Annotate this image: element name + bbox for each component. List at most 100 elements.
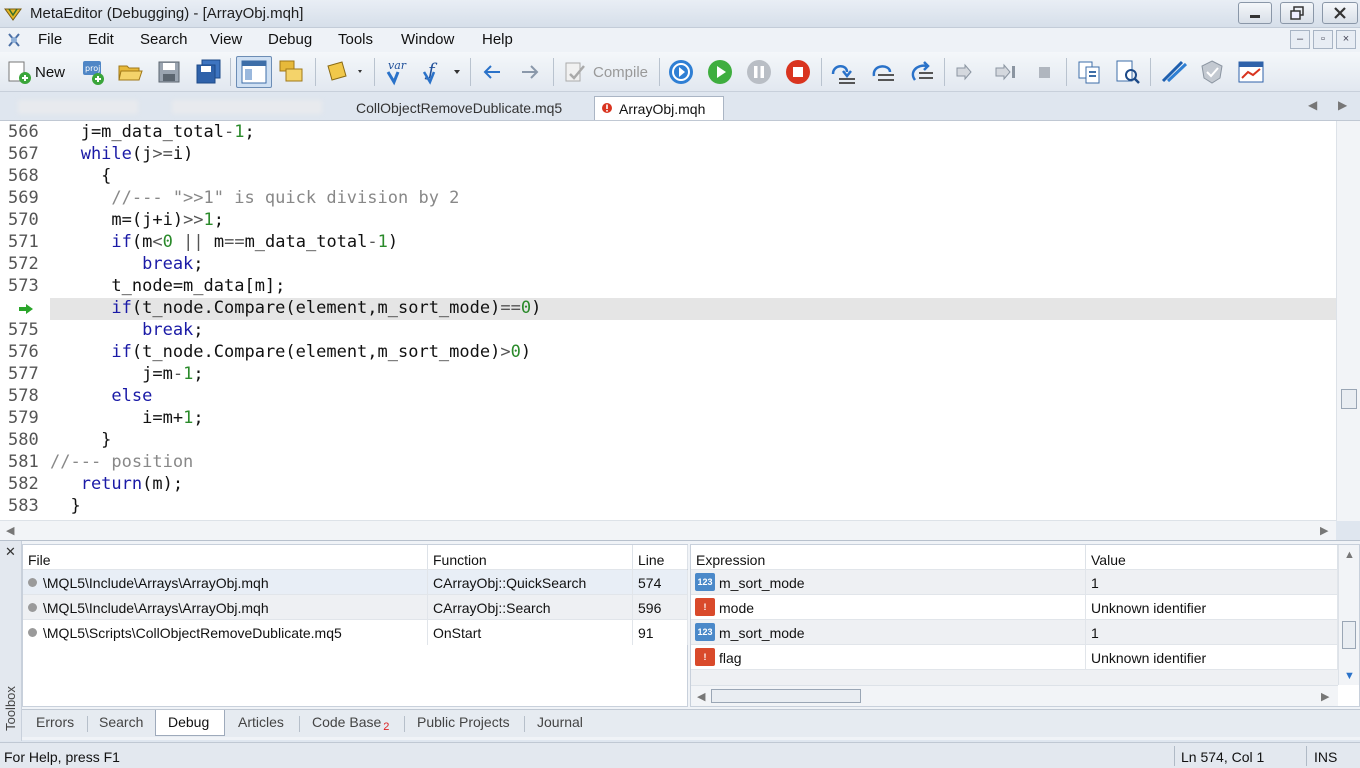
table-row[interactable]: 123 m_sort_mode 1 [691, 569, 1338, 595]
start-debug-button[interactable] [706, 58, 734, 86]
scroll-grip[interactable] [1342, 621, 1356, 649]
code-line[interactable]: } [50, 430, 111, 450]
line-number[interactable]: 570 [8, 210, 39, 230]
editor-horizontal-scrollbar[interactable]: ◀ ▶ [0, 520, 1336, 540]
scroll-grip[interactable] [711, 689, 861, 703]
toolbox-toggle-button[interactable] [278, 58, 306, 86]
table-row[interactable]: \MQL5\Include\Arrays\ArrayObj.mqh CArrayO… [23, 569, 688, 595]
close-icon[interactable]: ✕ [5, 544, 16, 560]
table-row[interactable]: ! mode Unknown identifier [691, 594, 1338, 620]
start-real-data-button[interactable] [667, 58, 695, 86]
menu-view[interactable]: View [210, 31, 242, 48]
forward-button[interactable] [518, 58, 542, 86]
menu-help[interactable]: Help [482, 31, 513, 48]
menu-tools[interactable]: Tools [338, 31, 373, 48]
code-line[interactable]: break; [50, 254, 203, 274]
code-line[interactable]: //--- position [50, 452, 193, 472]
line-number[interactable]: 575 [8, 320, 39, 340]
column-header-value[interactable]: Value [1086, 545, 1338, 569]
terminal-button[interactable] [1236, 58, 1266, 86]
tab-debug[interactable]: Debug [168, 714, 209, 730]
code-line[interactable]: } [50, 496, 80, 516]
code-line[interactable]: if(m<0 || m==m_data_total-1) [50, 232, 398, 252]
line-number[interactable]: 576 [8, 342, 39, 362]
menu-debug[interactable]: Debug [268, 31, 312, 48]
open-button[interactable] [117, 58, 143, 86]
tab-public-projects[interactable]: Public Projects [417, 714, 510, 730]
scroll-down-icon[interactable]: ▼ [1344, 670, 1355, 682]
tab-collobjectremovedublicate[interactable]: CollObjectRemoveDublicate.mq5 [346, 96, 572, 120]
mql5-community-button[interactable] [1160, 58, 1188, 86]
tab-arrayobj[interactable]: ArrayObj.mqh [594, 96, 724, 120]
line-number[interactable]: 581 [8, 452, 39, 472]
cell-expression[interactable]: 123 m_sort_mode [691, 570, 1086, 595]
line-number[interactable]: 572 [8, 254, 39, 274]
table-row[interactable]: \MQL5\Include\Arrays\ArrayObj.mqh CArrayO… [23, 594, 688, 620]
vps-button[interactable] [1198, 58, 1226, 86]
tab-articles[interactable]: Articles [238, 714, 284, 730]
line-number[interactable]: 567 [8, 144, 39, 164]
mdi-close-button[interactable]: × [1336, 30, 1356, 49]
line-number[interactable]: 582 [8, 474, 39, 494]
new-project-button[interactable]: proj [80, 58, 106, 86]
compile-label[interactable]: Compile [593, 64, 648, 81]
step-into-button[interactable] [829, 58, 859, 86]
restore-button[interactable] [1280, 2, 1314, 24]
toggle-breakpoint-button[interactable] [953, 58, 979, 86]
code-line[interactable]: i=m+1; [50, 408, 203, 428]
tab-search[interactable]: Search [99, 714, 143, 730]
tab-journal[interactable]: Journal [537, 714, 583, 730]
compile-button[interactable] [562, 58, 588, 86]
tab-errors[interactable]: Errors [36, 714, 74, 730]
tab-code-base[interactable]: Code Base 2 [312, 714, 389, 733]
column-header-line[interactable]: Line [633, 545, 688, 569]
tab-hidden-1[interactable] [18, 100, 138, 114]
find-in-files-button[interactable] [1114, 58, 1142, 86]
editor-vertical-scrollbar[interactable] [1336, 121, 1360, 521]
tab-hidden-2[interactable] [172, 100, 322, 114]
document-icon[interactable] [6, 32, 22, 48]
cell-expression[interactable]: ! flag [691, 645, 1086, 670]
code-line[interactable]: j=m-1; [50, 364, 203, 384]
scroll-left-icon[interactable]: ◀ [697, 690, 705, 703]
step-out-button[interactable] [907, 58, 937, 86]
minimize-button[interactable] [1238, 2, 1272, 24]
line-number[interactable]: 580 [8, 430, 39, 450]
line-number[interactable]: 577 [8, 364, 39, 384]
line-number[interactable]: 583 [8, 496, 39, 516]
scroll-left-icon[interactable]: ◀ [6, 524, 14, 537]
close-window-button[interactable] [1322, 2, 1358, 24]
column-header-function[interactable]: Function [428, 545, 633, 569]
scroll-up-icon[interactable]: ▲ [1344, 549, 1355, 561]
menu-search[interactable]: Search [140, 31, 188, 48]
code-line[interactable]: break; [50, 320, 203, 340]
line-number-gutter[interactable]: 566 567 568 569 570 571 572 573 575 576 577 578 579 5… [0, 121, 50, 521]
copy-button[interactable] [1076, 58, 1102, 86]
new-button[interactable] [6, 58, 32, 86]
scroll-right-icon[interactable]: ▶ [1320, 524, 1328, 537]
menu-edit[interactable]: Edit [88, 31, 114, 48]
styler-button[interactable] [324, 58, 366, 86]
table-row[interactable]: 123 m_sort_mode 1 [691, 619, 1338, 645]
remove-breakpoints-button[interactable] [992, 58, 1018, 86]
mdi-minimize-button[interactable]: – [1290, 30, 1310, 49]
line-number[interactable]: 571 [8, 232, 39, 252]
mdi-restore-button[interactable]: ▫ [1313, 30, 1333, 49]
table-row[interactable]: ! flag Unknown identifier [691, 644, 1338, 670]
save-all-button[interactable] [195, 58, 223, 86]
code-line[interactable]: while(j>=i) [50, 144, 194, 164]
stop-debug-square-button[interactable] [1033, 58, 1057, 86]
code-line[interactable]: return(m); [50, 474, 183, 494]
cell-expression[interactable]: ! mode [691, 595, 1086, 620]
scroll-grip[interactable] [1341, 389, 1357, 409]
new-label[interactable]: New [35, 64, 65, 81]
code-line[interactable]: if(t_node.Compare(element,m_sort_mode)==… [50, 298, 541, 318]
code-line[interactable]: else [50, 386, 152, 406]
tabs-scroll-right-icon[interactable]: ▶ [1338, 98, 1347, 112]
line-number[interactable]: 579 [8, 408, 39, 428]
save-button[interactable] [156, 58, 182, 86]
pause-button[interactable] [745, 58, 773, 86]
code-editor[interactable]: 566 567 568 569 570 571 572 573 575 576 577 578 579 5… [0, 120, 1360, 521]
code-line[interactable]: { [50, 166, 111, 186]
line-number[interactable]: 566 [8, 122, 39, 142]
